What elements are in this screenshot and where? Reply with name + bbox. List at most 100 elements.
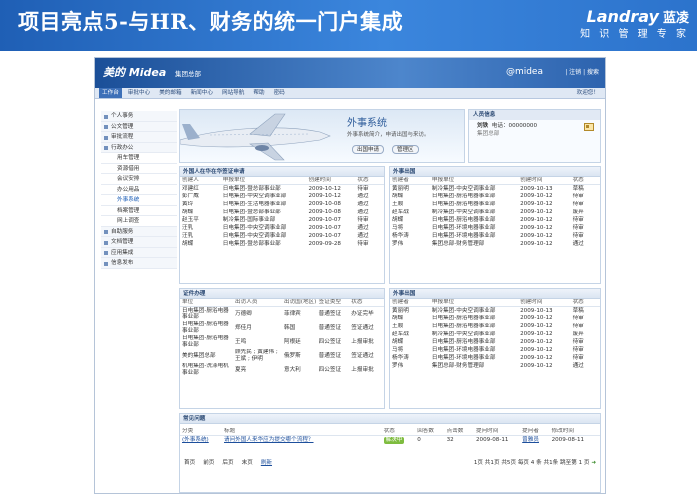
nav-password[interactable]: 密码 — [271, 88, 288, 98]
table-cell: 待审 — [572, 346, 584, 353]
table-row[interactable]: 王顺 日电集团-厨浴电器事业部 2009-10-12 待审 — [390, 201, 600, 209]
sidebar-item[interactable]: 办公用品 — [101, 184, 177, 195]
table-row[interactable]: 胡蝶 日电集团-厨浴电器事业部 2009-10-12 待审 — [390, 315, 600, 323]
table-cell: 王顺 — [392, 323, 404, 330]
table-cell: 2009-10-12 — [308, 193, 341, 200]
column-header: 状态 — [570, 177, 600, 186]
table-row[interactable]: 杨华涛 日电集团-环境电器事业部 2009-10-12 待审 — [390, 354, 600, 362]
table-cell: 通过 — [572, 362, 584, 369]
table-row[interactable]: 杨华涛 日电集团-环境电器事业部 2009-10-12 待审 — [390, 232, 600, 240]
table-row[interactable]: 胡蝶 日电集团-厨浴电器事业部 2009-10-12 待审 — [390, 216, 600, 224]
status-badge: 解决中 — [383, 436, 405, 444]
table-row[interactable]: 邓建红 日电集团-暨总部事业部 2009-10-12 待审 — [180, 185, 384, 193]
table-cell: 胡蝶 — [392, 216, 404, 223]
table-cell: 邓建红 — [182, 185, 199, 192]
table-cell[interactable]: 请问外国人来华应为提交哪个流程？ — [222, 436, 382, 444]
sidebar-item[interactable]: 文档管理 — [101, 237, 177, 248]
table-row[interactable]: (外事系统) 请问外国人来华应为提交哪个流程？ 解决中 0 32 2009-08-11 曾雅… — [180, 436, 600, 444]
table-row[interactable]: 黄丽明 制冷集团-中央空调事业部 2009-10-13 草稿 — [390, 185, 600, 193]
table-row[interactable]: 胡蝶 日电集团-厨浴电器事业部 2009-10-12 待审 — [390, 193, 600, 201]
table-cell: 日电集团-中央空调事业部 — [222, 224, 287, 231]
table-cell: 机电集团-洗涤电机事业部 — [182, 363, 229, 376]
table-row[interactable]: 马将 日电集团-环境电器事业部 2009-10-12 待审 — [390, 346, 600, 354]
table-row[interactable]: 赵玉平 制冷集团-国际事业部 2009-10-07 待审 — [180, 216, 384, 224]
table-row[interactable]: 赵军战 制冷集团-中央空调事业部 2009-10-12 废弃 — [390, 209, 600, 217]
sidebar-item[interactable]: 个人事务 — [101, 111, 177, 122]
table-row[interactable]: 日电集团-厨浴电器事业部 王鸣 阿根廷 四公签证 上报审批 — [180, 335, 384, 349]
sidebar-item[interactable]: 外事系统 — [101, 195, 177, 206]
apply-button[interactable]: 出国申请 — [352, 145, 385, 154]
table-cell: 2009-10-12 — [520, 331, 553, 338]
column-header: 出访国(地区) — [281, 299, 317, 308]
sidebar-item[interactable]: 应用集成 — [101, 247, 177, 258]
table-row[interactable]: 汪乳 日电集团-中央空调事业部 2009-10-07 通过 — [180, 224, 384, 232]
manage-button[interactable]: 管理区 — [392, 145, 419, 154]
table-row[interactable]: 彭广威 日电集团-中央空调事业部 2009-10-12 通过 — [180, 193, 384, 201]
nav-sites[interactable]: 网站导航 — [219, 88, 247, 98]
nav-workbench[interactable]: 工作台 — [99, 88, 122, 98]
nav-mail[interactable]: 美的邮箱 — [156, 88, 184, 98]
sidebar-item[interactable]: 档案管理 — [101, 205, 177, 216]
table-row[interactable]: 罗伟 集团总部-财务管理部 2009-10-12 通过 — [390, 362, 600, 370]
table-cell: 顾先民 ; 黄建伟 ; 王斌 ; 伊明 — [235, 349, 278, 362]
table-row[interactable]: 美的集团总部 顾先民 ; 黄建伟 ; 王斌 ; 伊明 俄罗斯 普通签证 签证通过 — [180, 349, 384, 363]
people-panel: 人员信息 刘铁 电话：00000000 集团总部 — [468, 109, 601, 163]
table-cell: 签证通过 — [351, 352, 374, 359]
sidebar-item[interactable]: 资源借用 — [101, 163, 177, 174]
table-cell: 制冷集团-中央空调事业部 — [431, 185, 496, 192]
sidebar-item[interactable]: 公文管理 — [101, 121, 177, 132]
table-row[interactable]: 黄丽明 制冷集团-中央空调事业部 2009-10-13 草稿 — [390, 307, 600, 315]
nav-news[interactable]: 新闻中心 — [188, 88, 216, 98]
table-cell: 2009-09-28 — [308, 240, 341, 247]
nav-help[interactable]: 帮助 — [250, 88, 267, 98]
table-row[interactable]: 日电集团-厨浴电器事业部 郑佳月 韩国 普通签证 签证通过 — [180, 321, 384, 335]
table-row[interactable]: 胡蝶 日电集团-厨浴电器事业部 2009-10-12 待审 — [390, 338, 600, 346]
sidebar-item[interactable]: 行政办公 — [101, 142, 177, 153]
table-cell: 汪乳 — [182, 232, 194, 239]
table-row[interactable]: 罗伟 集团总部-财务管理部 2009-10-12 通过 — [390, 240, 600, 248]
table-cell: 2009-10-07 — [308, 216, 341, 223]
welcome-text: 欢迎您！ — [576, 89, 599, 96]
table-row[interactable]: 日电集团-厨浴电器事业部 万德卿 菲律宾 普通签证 办证完毕 — [180, 307, 384, 321]
pager-link[interactable]: 刷新 — [261, 460, 272, 466]
table-cell: 韩国 — [283, 324, 296, 331]
table-cell: 夏亮 — [235, 366, 247, 373]
go-icon[interactable]: ➜ — [591, 460, 596, 466]
table-cell: 待审 — [572, 323, 584, 330]
faq-table: 分类 标题 状态 回答数 点击数 提问时间 提问者 修改时间 (外事系统) 请问外国人来华应为提交… — [180, 428, 600, 444]
sidebar-item[interactable]: 会议安排 — [101, 174, 177, 185]
table-row[interactable]: 胡蝶 日电集团-暨总部事业部 2009-09-28 待审 — [180, 240, 384, 248]
table-row[interactable]: 汪乳 日电集团-中央空调事业部 2009-10-07 通过 — [180, 232, 384, 240]
table-row[interactable]: 黄玲 日电集团-生活电器事业部 2009-10-08 通过 — [180, 201, 384, 209]
visa-panel: 证件办理 单位 出访人员 出访国(地区) 签证类型 状态 日电集团-厨浴电器事业部 万德卿菲… — [179, 288, 385, 409]
table-cell: 签证通过 — [351, 324, 374, 331]
table-cell: 通过 — [357, 224, 369, 231]
column-header: 状态 — [570, 299, 600, 308]
pager-link[interactable]: 前页 — [203, 460, 214, 466]
visa-table: 单位 出访人员 出访国(地区) 签证类型 状态 日电集团-厨浴电器事业部 万德卿 菲律宾 普通签… — [180, 299, 384, 377]
sidebar-item[interactable]: 自助服务 — [101, 226, 177, 237]
table-row[interactable]: 机电集团-洗涤电机事业部 夏亮 意大利 四公签证 上报审批 — [180, 363, 384, 377]
sidebar-item[interactable]: 信息发布 — [101, 258, 177, 269]
column-header: 创建时间 — [306, 177, 356, 186]
table-cell: 赵军战 — [392, 331, 409, 338]
table-row[interactable]: 马将 日电集团-环境电器事业部 2009-10-12 待审 — [390, 224, 600, 232]
sidebar-item[interactable]: 用车管理 — [101, 153, 177, 164]
top-links[interactable]: | 注销 | 搜索 — [565, 69, 599, 77]
nav-approval[interactable]: 审批中心 — [125, 88, 153, 98]
people-name[interactable]: 刘铁 — [477, 123, 488, 129]
pager-link[interactable]: 后页 — [222, 460, 233, 466]
pager-link[interactable]: 首页 — [184, 460, 195, 466]
sidebar-item[interactable]: 网上调查 — [101, 216, 177, 227]
table-row[interactable]: 赵军战 制冷集团-中央空调事业部 2009-10-12 废弃 — [390, 331, 600, 339]
contact-card-icon[interactable] — [584, 123, 594, 131]
visa-title: 证件办理 — [180, 289, 384, 299]
table-cell: 通过 — [357, 209, 369, 216]
table-row[interactable]: 王顺 日电集团-厨浴电器事业部 2009-10-12 待审 — [390, 323, 600, 331]
table-header-row: 创建者 申报单位 创建时间 状态 — [390, 177, 600, 186]
sidebar-item[interactable]: 审批流程 — [101, 132, 177, 143]
pager-link[interactable]: 末页 — [242, 460, 253, 466]
table-cell: 2009-10-13 — [520, 307, 553, 314]
outbound-panel-2: 外事出国 创建者 申报单位 创建时间 状态 黄丽明 制冷集团-中央空调事业部 2009-10… — [389, 288, 601, 409]
table-row[interactable]: 胡蝶 日电集团-暨总部事业部 2009-10-08 通过 — [180, 209, 384, 217]
